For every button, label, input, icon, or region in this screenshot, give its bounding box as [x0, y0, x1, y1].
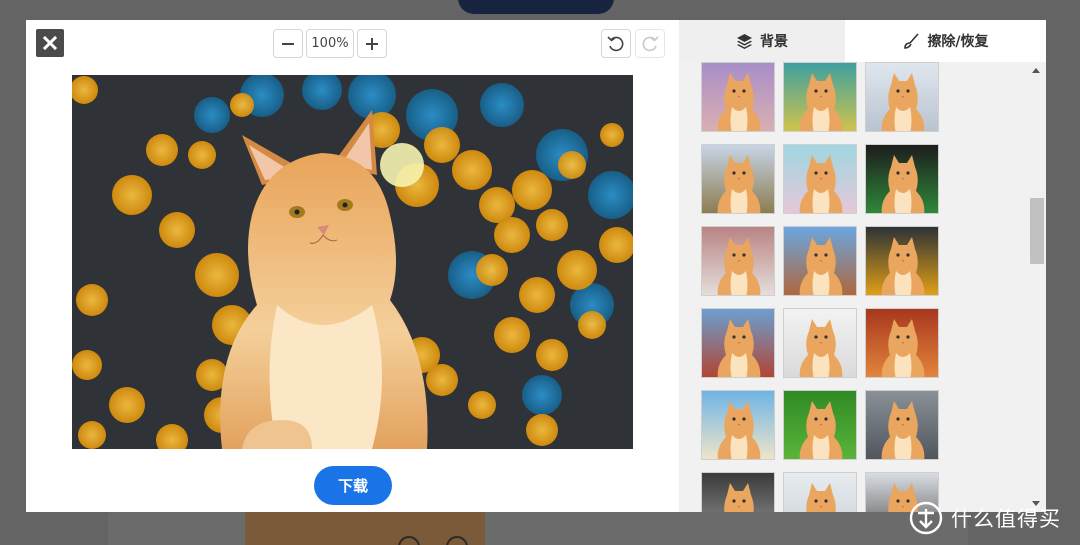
background-thumb-grass[interactable]: [783, 390, 857, 460]
background-thumb-colorful-balls[interactable]: [783, 62, 857, 132]
redo-button[interactable]: [635, 29, 665, 58]
preview-canvas[interactable]: [72, 75, 633, 449]
background-thumb-city-street[interactable]: [865, 390, 939, 460]
close-icon: [43, 36, 57, 50]
tab-erase-restore[interactable]: 擦除/恢复: [845, 20, 1046, 62]
zoom-out-button[interactable]: [273, 29, 303, 58]
preview-image: [72, 75, 633, 449]
background-thumb-bokeh-lights[interactable]: [865, 226, 939, 296]
tab-background-label: 背景: [760, 34, 788, 50]
background-thumb-beach[interactable]: [701, 390, 775, 460]
page-card: [108, 512, 968, 545]
undo-icon: [607, 35, 624, 51]
background-thumb-brick-wall[interactable]: [701, 226, 775, 296]
background-thumb-purple-gradient[interactable]: [701, 62, 775, 132]
page-header-pill: [458, 0, 614, 14]
editor-modal: 100% 下载 背景 擦除/恢复: [26, 20, 1046, 512]
background-thumb-misty-mountains[interactable]: [865, 62, 939, 132]
background-panel: 背景 擦除/恢复: [679, 20, 1046, 512]
tab-background[interactable]: 背景: [679, 20, 845, 62]
background-thumb-striped-lights[interactable]: [865, 144, 939, 214]
panel-scrollbar[interactable]: [1027, 62, 1046, 512]
redo-icon: [642, 35, 659, 51]
background-thumb-golden-gate[interactable]: [701, 308, 775, 378]
minus-icon: [282, 42, 294, 45]
background-thumb-snow[interactable]: [783, 472, 857, 512]
background-thumb-autumn-trees[interactable]: [865, 308, 939, 378]
brush-icon: [904, 33, 920, 49]
tab-erase-restore-label: 擦除/恢复: [927, 34, 989, 50]
background-thumb-light-bokeh[interactable]: [783, 144, 857, 214]
layers-icon: [737, 34, 752, 49]
zoom-level: 100%: [306, 29, 354, 58]
download-button[interactable]: 下载: [314, 466, 392, 505]
panel-tabs: 背景 擦除/恢复: [679, 20, 1046, 62]
smzdm-logo-icon: [909, 501, 943, 535]
watermark: 什么值得买: [909, 501, 1061, 535]
zoom-controls: 100%: [273, 29, 387, 58]
scrollbar-thumb[interactable]: [1030, 198, 1044, 264]
background-thumb-dark-room[interactable]: [701, 472, 775, 512]
background-thumb-white-room[interactable]: [783, 308, 857, 378]
plus-icon: [366, 37, 378, 50]
background-thumb-savanna[interactable]: [701, 144, 775, 214]
background-thumb-desert-road[interactable]: [783, 226, 857, 296]
close-button[interactable]: [36, 29, 64, 57]
watermark-text: 什么值得买: [951, 507, 1061, 531]
scroll-up-icon[interactable]: [1031, 66, 1041, 74]
undo-button[interactable]: [601, 29, 631, 58]
zoom-in-button[interactable]: [357, 29, 387, 58]
